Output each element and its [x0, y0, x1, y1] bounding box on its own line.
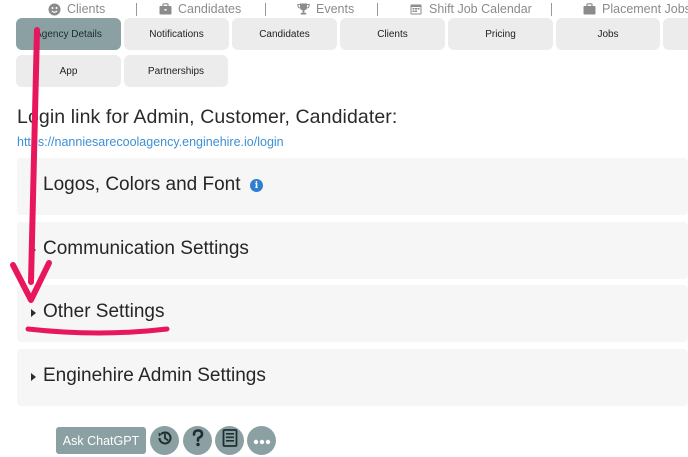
- nav-item-placement-jobs[interactable]: Placement Jobs: [582, 2, 688, 16]
- nav-divider: [551, 3, 552, 16]
- section-label: Communication Settings: [43, 238, 249, 259]
- nav-item-clients[interactable]: Clients: [47, 2, 105, 16]
- nav-label-candidates: Candidates: [178, 2, 242, 16]
- section-logos-colors-font[interactable]: Logos, Colors and Font i: [17, 158, 688, 215]
- nav-label-shift-job-calendar: Shift Job Calendar: [429, 2, 532, 16]
- nav-item-shift-job-calendar[interactable]: Shift Job Calendar: [409, 2, 532, 16]
- notes-button[interactable]: [215, 426, 244, 455]
- nav-divider: [265, 3, 266, 16]
- tab-partnerships[interactable]: Partnerships: [124, 55, 228, 87]
- nav-item-candidates[interactable]: Candidates: [158, 2, 241, 16]
- ask-chatgpt-button[interactable]: Ask ChatGPT: [56, 427, 146, 454]
- section-communication-settings[interactable]: Communication Settings: [17, 222, 688, 279]
- caret-right-icon: [31, 309, 36, 317]
- more-button[interactable]: [247, 426, 276, 455]
- section-enginehire-admin-settings[interactable]: Enginehire Admin Settings: [17, 349, 688, 406]
- tab-candidates[interactable]: Candidates: [232, 18, 337, 50]
- nav-label-events: Events: [316, 2, 355, 16]
- section-label: Other Settings: [43, 301, 165, 322]
- caret-right-icon: [31, 182, 36, 190]
- tab-agency-details[interactable]: Agency Details: [16, 18, 121, 50]
- section-label: Enginehire Admin Settings: [43, 365, 266, 386]
- tab-jobs[interactable]: Jobs: [556, 18, 660, 50]
- caret-right-icon: [31, 373, 36, 381]
- trophy-icon: [296, 3, 310, 15]
- briefcase-icon: [158, 3, 172, 15]
- question-icon: [189, 428, 207, 453]
- nav-divider: [136, 3, 137, 16]
- nav-divider: [377, 3, 378, 16]
- help-button[interactable]: [183, 426, 212, 455]
- tab-app[interactable]: App: [16, 55, 121, 87]
- document-icon: [222, 429, 238, 452]
- info-icon[interactable]: i: [250, 179, 263, 192]
- history-icon: [155, 428, 175, 453]
- login-url-link[interactable]: https://nanniesarecoolagency.enginehire.…: [17, 135, 284, 149]
- tab-overflow[interactable]: [663, 18, 688, 50]
- history-button[interactable]: [150, 426, 179, 455]
- section-other-settings[interactable]: Other Settings: [17, 285, 688, 342]
- nav-label-placement-jobs: Placement Jobs: [602, 2, 688, 16]
- top-navigation: Clients Candidates Events Shift Job Cale…: [0, 0, 688, 20]
- nav-item-events[interactable]: Events: [296, 2, 354, 16]
- smiley-icon: [47, 3, 61, 15]
- tab-clients[interactable]: Clients: [340, 18, 445, 50]
- calendar-icon: [409, 3, 423, 15]
- more-dots-icon: [253, 432, 271, 450]
- nav-label-clients: Clients: [67, 2, 106, 16]
- login-link-label: Login link for Admin, Customer, Candidat…: [17, 106, 398, 128]
- caret-right-icon: [31, 246, 36, 254]
- tab-pricing[interactable]: Pricing: [448, 18, 553, 50]
- briefcase-icon: [582, 3, 596, 15]
- tab-notifications[interactable]: Notifications: [124, 18, 229, 50]
- section-label: Logos, Colors and Font: [43, 174, 241, 195]
